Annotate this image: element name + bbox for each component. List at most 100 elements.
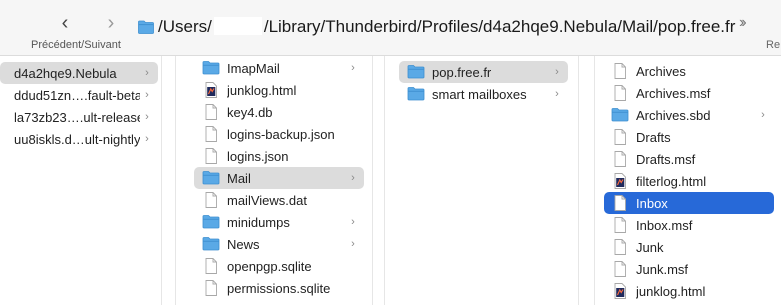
document-icon [611,195,629,211]
list-item[interactable]: Archives.msf [604,82,774,104]
list-item[interactable]: pop.free.fr › [399,61,568,83]
list-item-label: logins.json [227,148,289,164]
list-item-label: News [227,236,260,252]
chevron-right-icon[interactable]: › [100,12,122,34]
folder-icon [611,107,629,123]
list-item-label: minidumps [227,214,290,230]
list-item-label: Junk [636,239,664,255]
column-mailbox-files: Archives Archives.msf Archives.sbd › Drafts D… [594,56,781,305]
list-item[interactable]: uu8iskls.d…ult-nightly › [0,128,158,150]
list-item-label: Drafts.msf [636,151,696,167]
list-item-label: d4a2hqe9.Nebula [14,65,117,81]
document-icon [202,192,220,208]
html-document-icon [611,283,629,299]
document-icon [202,148,220,164]
list-item[interactable]: Archives.sbd › [604,104,774,126]
list-item[interactable]: junklog.html [194,79,364,101]
list-item-label: permissions.sqlite [227,280,331,296]
list-item-label: Junk.msf [636,261,689,277]
list-item[interactable]: key4.db [194,101,364,123]
double-chevron-right-icon[interactable]: ›› [739,14,746,32]
list-item-label: ddud51zn….fault-beta [14,87,140,103]
list-item-label: filterlog.html [636,173,707,189]
list-item[interactable]: Archives [604,60,774,82]
list-item[interactable]: junklog.html [604,280,774,302]
list-item-label: Inbox [636,195,668,211]
list-item-label: pop.free.fr [432,64,492,80]
list-item-label: junklog.html [636,283,706,299]
chevron-right-icon: › [145,111,149,123]
document-icon [611,85,629,101]
next-toolbar-label: Re [766,39,781,51]
list-item-label: ImapMail [227,60,280,76]
document-icon [202,280,220,296]
list-item-label: smart mailboxes [432,86,527,102]
list-item[interactable]: smart mailboxes › [399,83,568,105]
path-prefix: /Users/ [158,17,212,36]
list-item[interactable]: mailViews.dat [194,189,364,211]
list-item[interactable]: ImapMail › [194,57,364,79]
document-icon [611,239,629,255]
document-icon [611,129,629,145]
folder-icon [202,214,220,230]
list-item[interactable]: Junk [604,236,774,258]
folder-icon [202,170,220,186]
redacted-username [213,17,262,35]
document-icon [202,258,220,274]
list-item[interactable]: logins.json [194,145,364,167]
list-item[interactable]: Drafts [604,126,774,148]
list-item-label: Inbox.msf [636,217,693,233]
folder-icon [407,86,425,102]
list-item-label: la73zb23….ult-release [14,109,140,125]
list-item-label: logins-backup.json [227,126,335,142]
list-item[interactable]: News › [194,233,364,255]
document-icon [202,126,220,142]
list-item-label: Mail [227,170,251,186]
list-item-label: junklog.html [227,82,297,98]
column-browser: d4a2hqe9.Nebula › ddud51zn….fault-beta › la7… [0,56,781,305]
list-item[interactable]: d4a2hqe9.Nebula › [0,62,158,84]
list-item[interactable]: logins-backup.json [194,123,364,145]
chevron-right-icon: › [761,109,765,121]
chevron-right-icon: › [351,216,355,228]
folder-icon [202,236,220,252]
list-item[interactable]: la73zb23….ult-release › [0,106,158,128]
chevron-left-icon[interactable]: ‹ [54,12,76,34]
chevron-right-icon: › [351,62,355,74]
list-item[interactable]: Inbox.msf [604,214,774,236]
list-item[interactable]: filterlog.html [604,170,774,192]
folder-icon [202,60,220,76]
folder-icon [138,20,154,34]
column-mail: pop.free.fr › smart mailboxes › [384,56,579,305]
document-icon [611,151,629,167]
list-item-label: Archives [636,63,686,79]
list-item[interactable]: permissions.sqlite [194,277,364,299]
list-item[interactable]: Junk.msf [604,258,774,280]
document-icon [202,104,220,120]
list-item-label: Drafts [636,129,671,145]
list-item[interactable]: ddud51zn….fault-beta › [0,84,158,106]
list-item-label: openpgp.sqlite [227,258,312,274]
html-document-icon [202,82,220,98]
list-item[interactable]: Inbox [604,192,774,214]
path-breadcrumb: /Users/ /Library/Thunderbird/Profiles/d4a… [158,17,735,37]
list-item[interactable]: openpgp.sqlite [194,255,364,277]
column-profiles: d4a2hqe9.Nebula › ddud51zn….fault-beta › la7… [0,56,162,305]
document-icon [611,63,629,79]
chevron-right-icon: › [555,88,559,100]
html-document-icon [611,173,629,189]
list-item[interactable]: Mail › [194,167,364,189]
document-icon [611,261,629,277]
chevron-right-icon: › [555,66,559,78]
column-profile-contents: ImapMail › junklog.html key4.db logins-backu… [175,56,373,305]
chevron-right-icon: › [145,133,149,145]
list-item-label: mailViews.dat [227,192,307,208]
list-item[interactable]: Drafts.msf [604,148,774,170]
nav-label: Précédent/Suivant [31,39,121,51]
list-item-label: uu8iskls.d…ult-nightly [14,131,140,147]
chevron-right-icon: › [351,172,355,184]
chevron-right-icon: › [145,89,149,101]
list-item[interactable]: minidumps › [194,211,364,233]
folder-icon [407,64,425,80]
list-item-label: key4.db [227,104,273,120]
